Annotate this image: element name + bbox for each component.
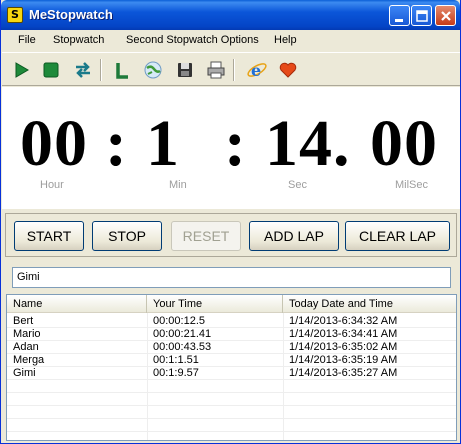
- minutes-value: 1: [146, 107, 180, 180]
- table-header: Name Your Time Today Date and Time: [7, 295, 456, 313]
- time-display: 00 : 1 : 14. 00 Hour Min Sec MilSec: [2, 87, 460, 209]
- minimize-icon: [395, 19, 403, 22]
- save-icon: [178, 63, 192, 77]
- row-gridline: [7, 353, 456, 354]
- seconds-value: 14.: [265, 107, 351, 180]
- lap-name-input[interactable]: Gimi: [12, 267, 451, 288]
- toolbar-start-button[interactable]: [10, 59, 32, 81]
- toolbar-lap-button[interactable]: [112, 59, 134, 81]
- svg-text:e: e: [251, 61, 261, 80]
- print-icon: [207, 61, 225, 79]
- separator-colon: :: [105, 107, 128, 180]
- menu-bar: File Stopwatch Second Stopwatch Options …: [2, 30, 460, 51]
- toolbar: e: [2, 52, 460, 86]
- toolbar-swap-button[interactable]: [72, 59, 94, 81]
- close-button[interactable]: [435, 5, 456, 26]
- world-icon: [144, 61, 162, 79]
- toolbar-separator: [233, 59, 235, 81]
- start-button[interactable]: START: [14, 221, 84, 251]
- stop-button[interactable]: STOP: [92, 221, 162, 251]
- laps-table[interactable]: Name Your Time Today Date and Time Bert 0…: [6, 294, 457, 441]
- close-icon: [441, 11, 451, 21]
- add-lap-button[interactable]: ADD LAP: [249, 221, 339, 251]
- menu-file[interactable]: File: [18, 34, 36, 46]
- toolbar-favorite-button[interactable]: [277, 59, 299, 81]
- lap-icon: [116, 63, 128, 79]
- row-gridline: [7, 327, 456, 328]
- row-gridline: [7, 366, 456, 367]
- toolbar-save-button[interactable]: [174, 59, 196, 81]
- window-title: MeStopwatch: [29, 7, 113, 22]
- row-gridline: [7, 431, 456, 432]
- row-gridline: [7, 340, 456, 341]
- swap-icon: [76, 62, 90, 78]
- maximize-button[interactable]: [411, 5, 432, 26]
- minimize-button[interactable]: [389, 5, 410, 26]
- row-gridline: [7, 392, 456, 393]
- clear-lap-button[interactable]: CLEAR LAP: [345, 221, 450, 251]
- row-gridline: [7, 405, 456, 406]
- unit-milsec-label: MilSec: [395, 179, 429, 191]
- unit-sec-label: Sec: [288, 179, 307, 191]
- toolbar-browser-button[interactable]: e: [246, 59, 268, 81]
- separator-colon: :: [224, 107, 247, 180]
- control-buttons: START STOP RESET ADD LAP CLEAR LAP: [5, 213, 457, 257]
- column-header-your-time[interactable]: Your Time: [147, 295, 283, 313]
- title-bar[interactable]: S MeStopwatch: [1, 0, 460, 30]
- menu-stopwatch[interactable]: Stopwatch: [53, 34, 104, 46]
- toolbar-separator: [100, 59, 102, 81]
- maximize-icon: [416, 10, 428, 22]
- play-icon: [15, 62, 29, 78]
- app-window: S MeStopwatch File Stopwatch Second Stop…: [0, 0, 461, 444]
- menu-help[interactable]: Help: [274, 34, 297, 46]
- stop-icon: [43, 62, 59, 78]
- row-gridline: [7, 418, 456, 419]
- heart-icon: [279, 62, 297, 78]
- app-logo-icon: S: [7, 7, 23, 23]
- toolbar-print-button[interactable]: [205, 59, 227, 81]
- unit-min-label: Min: [169, 179, 187, 191]
- internet-explorer-icon: e: [247, 61, 267, 80]
- toolbar-web-button[interactable]: [142, 59, 164, 81]
- menu-second-stopwatch-options[interactable]: Second Stopwatch Options: [126, 34, 259, 46]
- toolbar-stop-button[interactable]: [40, 59, 62, 81]
- unit-hour-label: Hour: [40, 179, 64, 191]
- column-header-name[interactable]: Name: [7, 295, 147, 313]
- reset-button[interactable]: RESET: [171, 221, 241, 251]
- hours-value: 00: [20, 107, 88, 180]
- milliseconds-value: 00: [370, 107, 438, 180]
- row-gridline: [7, 379, 456, 380]
- column-header-date-time[interactable]: Today Date and Time: [283, 295, 456, 313]
